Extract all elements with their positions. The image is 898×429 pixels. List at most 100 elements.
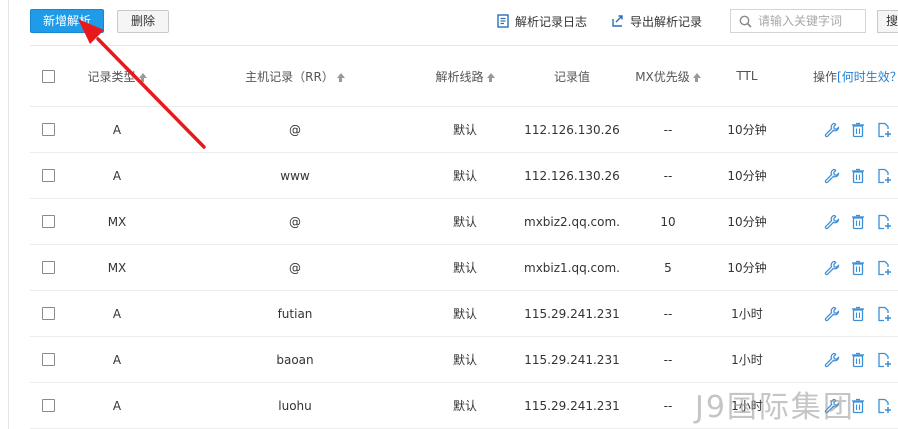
host-record-cell: www [280,168,310,183]
export-records-link[interactable]: 导出解析记录 [611,12,702,30]
header-record-value-label: 记录值 [553,69,590,84]
add-record-icon[interactable] [876,214,892,230]
row-operations [824,153,894,198]
row-checkbox[interactable] [41,307,55,320]
trash-icon[interactable] [850,352,866,368]
host-record-cell: @ [289,260,301,275]
record-log-link[interactable]: 解析记录日志 [497,12,587,30]
toolbar: 新增解析 删除 解析记录日志 导出解析记录 搜 [0,0,898,44]
sort-arrow-icon [138,72,147,82]
resolve-line-cell: 默认 [452,307,477,321]
host-record-cell: baoan [276,352,314,367]
record-type-cell: A [112,306,122,321]
table-row: A baoan 默认 115.29.241.231 -- 1小时 [30,337,898,383]
export-icon [612,15,623,27]
record-value-cell: 115.29.241.231 [524,352,620,367]
host-record-cell: futian [277,306,313,321]
row-select-cell [35,107,61,152]
record-type-cell: A [112,352,122,367]
row-checkbox[interactable] [41,215,55,228]
trash-icon[interactable] [850,168,866,184]
search-button[interactable]: 搜 [877,10,898,33]
ttl-cell: 1小时 [731,307,763,321]
header-resolve-line[interactable]: 解析线路 [420,46,510,106]
add-record-icon[interactable] [876,352,892,368]
trash-icon[interactable] [850,398,866,414]
record-value-cell: mxbiz2.qq.com. [524,214,620,229]
delete-button[interactable]: 删除 [117,10,169,33]
host-record-cell: luohu [278,398,312,413]
row-select-cell [35,153,61,198]
header-operations: 操作 [何时生效？ [813,46,898,106]
table-row: MX @ 默认 mxbiz2.qq.com. 10 10分钟 [30,199,898,245]
trash-icon[interactable] [850,214,866,230]
search-box [730,9,866,33]
add-record-icon[interactable] [876,122,892,138]
ttl-cell: 10分钟 [727,261,767,275]
trash-icon[interactable] [850,306,866,322]
add-record-icon[interactable] [876,398,892,414]
ttl-cell: 10分钟 [727,123,767,137]
record-value-cell: 115.29.241.231 [524,398,620,413]
dns-record-table: 记录类型 主机记录（RR） 解析线路 记录值 MX优先级 TTL 操作 [何时生效… [30,45,898,429]
trash-icon[interactable] [850,122,866,138]
row-select-cell [35,291,61,336]
sort-arrow-icon [336,72,345,82]
header-host-record[interactable]: 主机记录（RR） [225,46,365,106]
table-header-row: 记录类型 主机记录（RR） 解析线路 记录值 MX优先级 TTL 操作 [何时生效… [30,46,898,107]
mx-priority-cell: -- [663,398,673,413]
row-operations [824,383,894,428]
add-record-icon[interactable] [876,260,892,276]
wrench-icon[interactable] [824,352,840,368]
trash-icon[interactable] [850,260,866,276]
row-operations [824,107,894,152]
row-operations [824,245,894,290]
record-type-cell: MX [107,260,127,275]
sort-arrow-icon [692,72,701,82]
row-operations [824,337,894,382]
record-type-cell: A [112,398,122,413]
header-record-value: 记录值 [522,46,622,106]
row-checkbox[interactable] [41,399,55,412]
wrench-icon[interactable] [824,122,840,138]
header-resolve-line-label: 解析线路 [435,69,484,84]
header-record-type[interactable]: 记录类型 [72,46,162,106]
select-all-cell [35,46,61,106]
record-value-cell: mxbiz1.qq.com. [524,260,620,275]
row-select-cell [35,199,61,244]
resolve-line-cell: 默认 [452,169,477,183]
resolve-line-cell: 默认 [452,399,477,413]
ttl-cell: 10分钟 [727,215,767,229]
ttl-cell: 1小时 [731,353,763,367]
header-record-type-label: 记录类型 [87,69,136,84]
row-checkbox[interactable] [41,123,55,136]
when-effective-link[interactable]: [何时生效？ [837,68,898,85]
resolve-line-cell: 默认 [452,123,477,137]
wrench-icon[interactable] [824,168,840,184]
add-record-button[interactable]: 新增解析 [30,9,104,33]
log-icon [497,14,509,28]
header-mx-priority[interactable]: MX优先级 [628,46,708,106]
wrench-icon[interactable] [824,260,840,276]
search-input[interactable] [758,14,858,28]
wrench-icon[interactable] [824,398,840,414]
row-operations [824,291,894,336]
mx-priority-cell: -- [663,306,673,321]
add-record-icon[interactable] [876,168,892,184]
table-row: A @ 默认 112.126.130.26 -- 10分钟 [30,107,898,153]
row-checkbox[interactable] [41,169,55,182]
header-operations-label: 操作 [813,69,838,84]
header-mx-priority-label: MX优先级 [635,69,690,84]
add-record-icon[interactable] [876,306,892,322]
row-operations [824,199,894,244]
wrench-icon[interactable] [824,214,840,230]
record-value-cell: 112.126.130.26 [524,168,620,183]
row-checkbox[interactable] [41,353,55,366]
wrench-icon[interactable] [824,306,840,322]
ttl-cell: 10分钟 [727,169,767,183]
row-checkbox[interactable] [41,261,55,274]
sort-arrow-icon [486,72,495,82]
header-ttl-label: TTL [736,69,758,83]
mx-priority-cell: 10 [660,214,676,229]
select-all-checkbox[interactable] [41,69,55,83]
